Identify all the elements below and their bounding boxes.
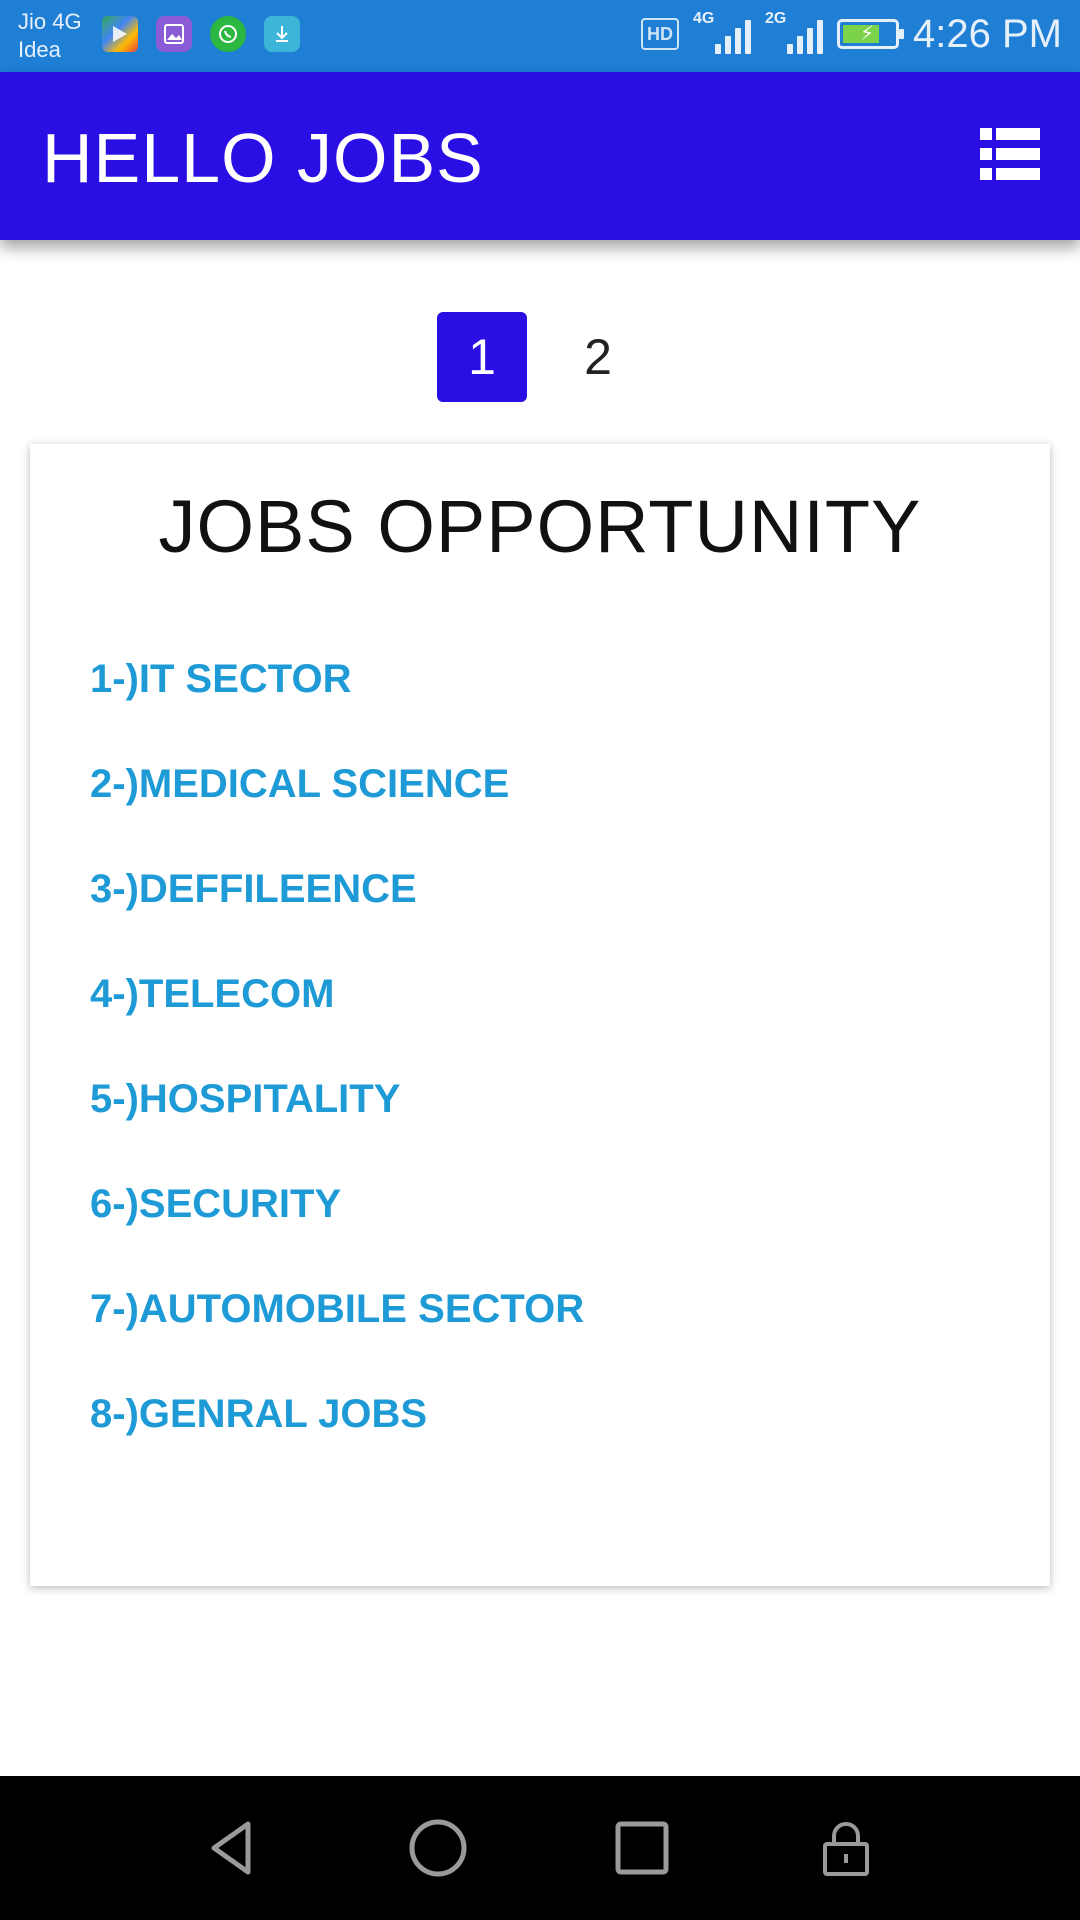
recents-icon bbox=[615, 1821, 669, 1875]
jobs-card: JOBS OPPORTUNITY 1-)IT SECTOR 2-)MEDICAL… bbox=[30, 444, 1050, 1586]
whatsapp-icon bbox=[210, 16, 246, 52]
status-indicators: HD 4G 2G ⚡ 4:26 PM bbox=[641, 10, 1062, 58]
lock-icon bbox=[823, 1822, 869, 1876]
recents-button[interactable] bbox=[606, 1812, 678, 1884]
carrier-sim1: Jio 4G bbox=[18, 9, 82, 34]
back-button[interactable] bbox=[198, 1812, 270, 1884]
battery-icon: ⚡ bbox=[837, 19, 905, 49]
navigation-bar bbox=[0, 1776, 1080, 1920]
menu-button[interactable] bbox=[980, 128, 1040, 180]
sim2-signal-icon: 2G bbox=[765, 10, 824, 58]
lock-button[interactable] bbox=[810, 1812, 882, 1884]
job-link-general-jobs[interactable]: 8-)GENRAL JOBS bbox=[90, 1389, 584, 1494]
job-link-medical-science[interactable]: 2-)MEDICAL SCIENCE bbox=[90, 759, 584, 864]
hd-badge: HD bbox=[641, 18, 680, 50]
clock: 4:26 PM bbox=[913, 11, 1062, 56]
job-link-security[interactable]: 6-)SECURITY bbox=[90, 1179, 584, 1284]
job-link-telecom[interactable]: 4-)TELECOM bbox=[90, 969, 584, 1074]
page-1-button[interactable]: 1 bbox=[437, 312, 527, 402]
games-icon bbox=[102, 16, 138, 52]
sim1-signal-icon: 4G bbox=[693, 10, 752, 58]
gallery-icon bbox=[156, 16, 192, 52]
home-icon bbox=[409, 1819, 467, 1877]
page-2-button[interactable]: 2 bbox=[553, 312, 643, 402]
app-bar: HELLO JOBS bbox=[0, 72, 1080, 240]
list-icon bbox=[980, 128, 1040, 180]
notification-icons bbox=[102, 16, 300, 52]
status-bar: Jio 4G Idea HD 4G 2G ⚡ 4:26 PM bbox=[0, 0, 1080, 72]
carrier-sim2: Idea bbox=[18, 37, 61, 62]
home-button[interactable] bbox=[402, 1812, 474, 1884]
sim1-network-label: 4G bbox=[693, 10, 715, 27]
job-link-hospitality[interactable]: 5-)HOSPITALITY bbox=[90, 1074, 584, 1179]
job-link-defence[interactable]: 3-)DEFFILEENCE bbox=[90, 864, 584, 969]
app-title: HELLO JOBS bbox=[42, 119, 484, 197]
job-link-automobile-sector[interactable]: 7-)AUTOMOBILE SECTOR bbox=[90, 1284, 584, 1389]
download-icon bbox=[264, 16, 300, 52]
carrier-info: Jio 4G Idea bbox=[18, 8, 82, 64]
card-title: JOBS OPPORTUNITY bbox=[158, 485, 922, 568]
job-link-it-sector[interactable]: 1-)IT SECTOR bbox=[90, 654, 584, 759]
job-category-list: 1-)IT SECTOR 2-)MEDICAL SCIENCE 3-)DEFFI… bbox=[90, 654, 584, 1494]
sim2-network-label: 2G bbox=[765, 10, 787, 27]
back-icon bbox=[211, 1821, 251, 1875]
pagination: 1 2 bbox=[0, 312, 1080, 402]
